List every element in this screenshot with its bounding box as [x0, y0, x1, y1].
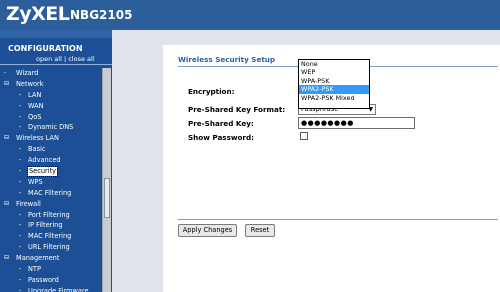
bullet-icon: -	[19, 243, 22, 252]
sidebar-item-label: Upgrade Firmware	[28, 286, 89, 292]
sidebar-divider	[0, 64, 112, 65]
bullet-icon: -	[19, 177, 22, 186]
sidebar-item-port-filtering[interactable]: - Port Filtering	[0, 210, 102, 221]
sidebar-item-ip-filtering[interactable]: - IP Filtering	[0, 220, 102, 231]
sidebar-item-wizard[interactable]: - Wizard	[0, 68, 102, 79]
bullet-icon: -	[19, 112, 22, 121]
bullet-icon: -	[19, 123, 22, 132]
sidebar-item-label: Security	[26, 166, 59, 178]
sidebar-item-label: Wireless LAN	[16, 134, 59, 143]
sidebar-item-label: Network	[16, 79, 44, 88]
bullet-icon: -	[19, 221, 22, 230]
section-title: Wireless Security Setup	[178, 55, 276, 64]
dropdown-option[interactable]: WPA2-PSK	[299, 85, 369, 94]
sidebar-item-mac-filtering[interactable]: - MAC Filtering	[0, 231, 102, 242]
sidebar-item-label: Advanced	[28, 156, 61, 165]
model-name: NBG2105	[70, 8, 133, 22]
sidebar-item-label: Management	[16, 254, 60, 263]
nav-tree: - Wizard ⊟ Network - LAN - WAN - QoS - Dynamic DNS ⊟…	[0, 68, 102, 292]
sidebar-item-url-filtering[interactable]: - URL Filtering	[0, 242, 102, 253]
sidebar-item-label: MAC Filtering	[28, 232, 72, 241]
sidebar-item-label: MAC Filtering	[28, 188, 72, 197]
dropdown-option[interactable]: WEP	[299, 68, 369, 76]
encryption-label: Encryption:	[188, 87, 235, 96]
bullet-icon: -	[19, 101, 22, 110]
form-bottom-divider	[178, 219, 498, 220]
psk-format-label: Pre-Shared Key Format:	[188, 105, 286, 114]
sidebar-item-label: LAN	[28, 90, 42, 99]
bullet-icon: -	[19, 145, 22, 154]
bullet-icon: -	[19, 265, 22, 274]
sidebar-scrollbar-thumb[interactable]	[104, 178, 110, 218]
sidebar-item-label: Port Filtering	[28, 210, 70, 219]
sidebar-item-wireless-lan[interactable]: ⊟ Wireless LAN	[0, 133, 102, 144]
apply-changes-button[interactable]: Apply Changes	[178, 224, 237, 237]
sidebar-item-firewall[interactable]: ⊟ Firewall	[0, 199, 102, 210]
top-banner: ZyXEL NBG2105	[0, 0, 500, 30]
show-password-label: Show Password:	[188, 133, 254, 142]
sidebar-item-label: Dynamic DNS	[28, 123, 74, 132]
sidebar-item-label: QoS	[28, 112, 42, 121]
bullet-icon: -	[4, 69, 7, 76]
open-all-link[interactable]: open all	[36, 55, 62, 63]
psk-label: Pre-Shared Key:	[188, 119, 254, 128]
bullet-icon: -	[19, 167, 22, 176]
sidebar-item-label: Firewall	[16, 199, 41, 208]
collapse-icon[interactable]: ⊟	[4, 133, 9, 144]
sidebar-item-management[interactable]: ⊟ Management	[0, 253, 102, 264]
sidebar-item-advanced[interactable]: - Advanced	[0, 155, 102, 166]
bullet-icon: -	[19, 210, 22, 219]
sidebar-item-upgrade-firmware[interactable]: - Upgrade Firmware	[0, 286, 102, 292]
sidebar-item-security[interactable]: - Security	[0, 166, 102, 178]
sidebar-item-password[interactable]: - Password	[0, 275, 102, 286]
sidebar-item-mac-filtering[interactable]: - MAC Filtering	[0, 188, 102, 199]
brand-logo: ZyXEL	[6, 3, 70, 25]
tree-controls: open all | close all	[36, 55, 95, 63]
dropdown-option[interactable]: None	[299, 60, 369, 68]
sidebar-item-basic[interactable]: - Basic	[0, 144, 102, 155]
collapse-icon[interactable]: ⊟	[4, 199, 9, 210]
sidebar-top-band	[0, 30, 112, 38]
reset-button[interactable]: Reset	[245, 224, 275, 237]
bullet-icon: -	[19, 232, 22, 241]
sidebar-item-label: Password	[28, 275, 59, 284]
bullet-icon: -	[19, 275, 22, 284]
sidebar-item-label: WAN	[28, 101, 44, 110]
dropdown-option[interactable]: WPA2-PSK Mixed	[299, 94, 369, 102]
sidebar-scrollbar[interactable]	[102, 68, 111, 292]
sidebar-item-wan[interactable]: - WAN	[0, 101, 102, 112]
collapse-icon[interactable]: ⊟	[4, 253, 9, 264]
sidebar-item-dynamic-dns[interactable]: - Dynamic DNS	[0, 122, 102, 133]
bullet-icon: -	[19, 156, 22, 165]
sidebar-item-ntp[interactable]: - NTP	[0, 264, 102, 275]
show-password-checkbox[interactable]	[300, 132, 308, 140]
bullet-icon: -	[19, 286, 22, 292]
bullet-icon: -	[19, 188, 22, 197]
sidebar-item-label: URL Filtering	[28, 243, 70, 252]
collapse-icon[interactable]: ⊟	[4, 79, 9, 90]
sidebar-item-qos[interactable]: - QoS	[0, 112, 102, 123]
sidebar-item-label: NTP	[28, 265, 41, 274]
sidebar-item-lan[interactable]: - LAN	[0, 90, 102, 101]
psk-input[interactable]: ●●●●●●●●	[298, 117, 415, 129]
sidebar: CONFIGURATION open all | close all - Wiza…	[0, 30, 112, 292]
encryption-dropdown-list[interactable]: None WEP WPA-PSK WPA2-PSK WPA2-PSK Mixed	[298, 59, 370, 109]
sidebar-item-label: WPS	[28, 177, 43, 186]
sidebar-item-label: Wizard	[16, 69, 39, 77]
dropdown-option[interactable]: WPA-PSK	[299, 77, 369, 85]
sidebar-item-network[interactable]: ⊟ Network	[0, 79, 102, 90]
bullet-icon: -	[19, 90, 22, 99]
sidebar-item-wps[interactable]: - WPS	[0, 177, 102, 188]
close-all-link[interactable]: close all	[68, 55, 94, 63]
sidebar-title: CONFIGURATION	[8, 44, 83, 53]
sidebar-item-label: Basic	[28, 145, 46, 154]
sidebar-item-label: IP Filtering	[28, 221, 63, 230]
